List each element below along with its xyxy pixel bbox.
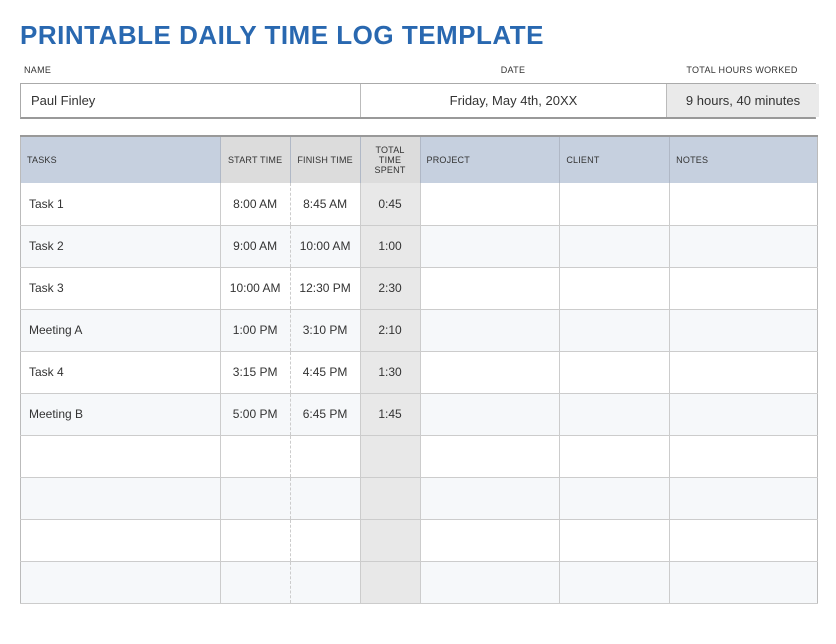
cell-client[interactable] [560,477,670,519]
cell-notes[interactable] [670,477,818,519]
cell-notes[interactable] [670,183,818,225]
cell-task[interactable]: Meeting B [21,393,221,435]
cell-notes[interactable] [670,435,818,477]
cell-finish[interactable]: 6:45 PM [290,393,360,435]
cell-start[interactable]: 1:00 PM [220,309,290,351]
table-row [21,477,818,519]
cell-start[interactable]: 9:00 AM [220,225,290,267]
cell-client[interactable] [560,561,670,603]
meta-values-row: Paul Finley Friday, May 4th, 20XX 9 hour… [20,83,816,119]
cell-total [360,435,420,477]
cell-total: 1:30 [360,351,420,393]
header-tasks: TASKS [21,136,221,183]
table-row: Meeting B5:00 PM6:45 PM1:45 [21,393,818,435]
cell-finish[interactable]: 8:45 AM [290,183,360,225]
cell-notes[interactable] [670,225,818,267]
cell-notes[interactable] [670,351,818,393]
time-log-table: TASKS START TIME FINISH TIME TOTAL TIME … [20,135,818,604]
cell-client[interactable] [560,393,670,435]
cell-project[interactable] [420,351,560,393]
cell-total [360,561,420,603]
header-client: CLIENT [560,136,670,183]
cell-finish[interactable]: 4:45 PM [290,351,360,393]
cell-client[interactable] [560,267,670,309]
table-row: Task 18:00 AM8:45 AM0:45 [21,183,818,225]
cell-total: 2:10 [360,309,420,351]
cell-task[interactable] [21,477,221,519]
cell-project[interactable] [420,477,560,519]
cell-client[interactable] [560,225,670,267]
cell-project[interactable] [420,561,560,603]
table-row: Task 310:00 AM12:30 PM2:30 [21,267,818,309]
cell-notes[interactable] [670,309,818,351]
cell-total [360,477,420,519]
header-total: TOTAL TIME SPENT [360,136,420,183]
meta-labels-row: NAME DATE TOTAL HOURS WORKED [20,65,816,79]
cell-finish[interactable]: 3:10 PM [290,309,360,351]
total-value: 9 hours, 40 minutes [667,84,819,117]
cell-start[interactable]: 8:00 AM [220,183,290,225]
table-row: Meeting A1:00 PM3:10 PM2:10 [21,309,818,351]
cell-project[interactable] [420,393,560,435]
cell-project[interactable] [420,309,560,351]
cell-task[interactable]: Task 1 [21,183,221,225]
header-finish: FINISH TIME [290,136,360,183]
cell-start[interactable]: 5:00 PM [220,393,290,435]
name-value[interactable]: Paul Finley [21,84,361,117]
cell-finish[interactable] [290,435,360,477]
name-label: NAME [20,65,360,79]
cell-finish[interactable] [290,477,360,519]
cell-task[interactable] [21,435,221,477]
cell-client[interactable] [560,435,670,477]
table-row [21,519,818,561]
cell-project[interactable] [420,183,560,225]
cell-project[interactable] [420,225,560,267]
header-row: TASKS START TIME FINISH TIME TOTAL TIME … [21,136,818,183]
cell-start[interactable] [220,519,290,561]
cell-start[interactable]: 10:00 AM [220,267,290,309]
cell-start[interactable] [220,435,290,477]
cell-notes[interactable] [670,267,818,309]
cell-task[interactable]: Meeting A [21,309,221,351]
table-body: Task 18:00 AM8:45 AM0:45Task 29:00 AM10:… [21,183,818,603]
cell-task[interactable] [21,561,221,603]
cell-total [360,519,420,561]
cell-client[interactable] [560,351,670,393]
cell-notes[interactable] [670,561,818,603]
cell-task[interactable]: Task 3 [21,267,221,309]
cell-finish[interactable]: 10:00 AM [290,225,360,267]
table-row [21,435,818,477]
total-label: TOTAL HOURS WORKED [666,65,818,79]
header-notes: NOTES [670,136,818,183]
cell-notes[interactable] [670,519,818,561]
cell-project[interactable] [420,519,560,561]
cell-finish[interactable] [290,561,360,603]
table-row [21,561,818,603]
page-title: PRINTABLE DAILY TIME LOG TEMPLATE [20,20,816,51]
table-row: Task 43:15 PM4:45 PM1:30 [21,351,818,393]
cell-task[interactable]: Task 4 [21,351,221,393]
cell-project[interactable] [420,435,560,477]
table-row: Task 29:00 AM10:00 AM1:00 [21,225,818,267]
cell-task[interactable] [21,519,221,561]
cell-total: 1:00 [360,225,420,267]
cell-finish[interactable]: 12:30 PM [290,267,360,309]
cell-start[interactable]: 3:15 PM [220,351,290,393]
cell-start[interactable] [220,561,290,603]
cell-finish[interactable] [290,519,360,561]
header-project: PROJECT [420,136,560,183]
cell-client[interactable] [560,183,670,225]
cell-client[interactable] [560,309,670,351]
cell-total: 0:45 [360,183,420,225]
cell-total: 2:30 [360,267,420,309]
cell-client[interactable] [560,519,670,561]
cell-total: 1:45 [360,393,420,435]
date-label: DATE [360,65,666,79]
date-value[interactable]: Friday, May 4th, 20XX [361,84,667,117]
cell-start[interactable] [220,477,290,519]
cell-notes[interactable] [670,393,818,435]
cell-task[interactable]: Task 2 [21,225,221,267]
header-start: START TIME [220,136,290,183]
cell-project[interactable] [420,267,560,309]
